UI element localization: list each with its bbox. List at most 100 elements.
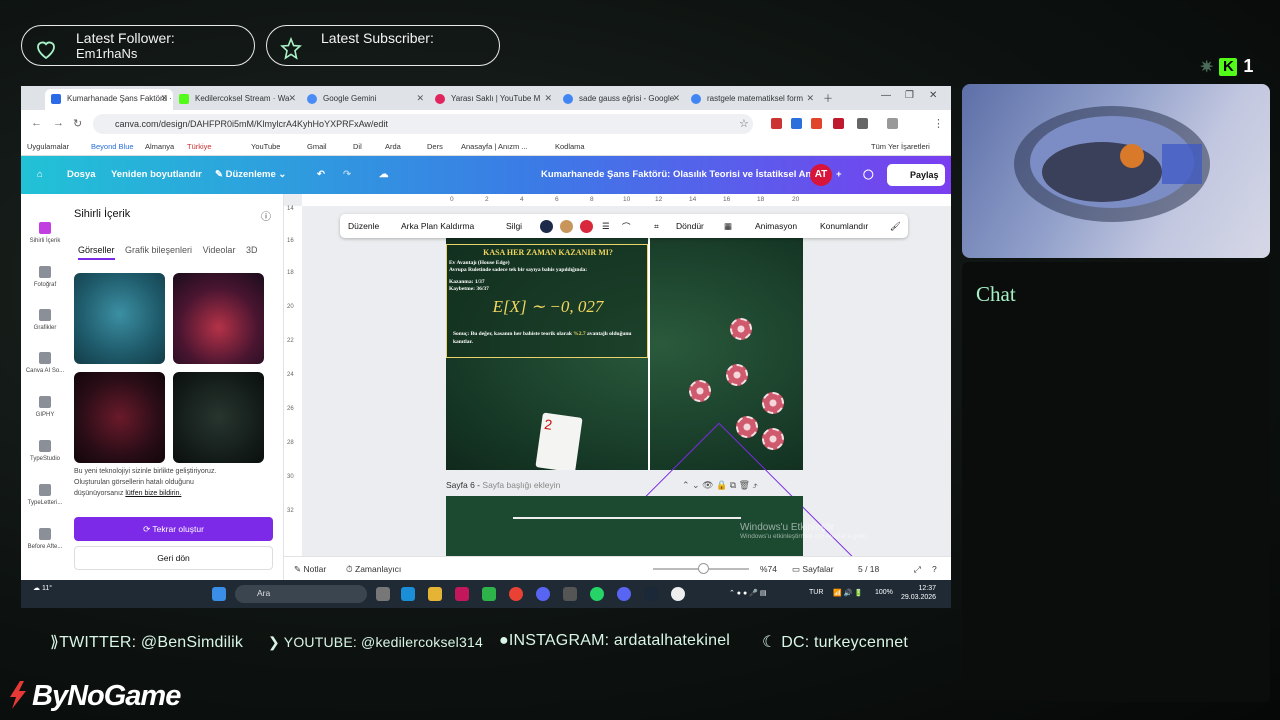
file-explorer-icon[interactable]	[428, 587, 442, 601]
close-icon[interactable]: ✕	[672, 93, 680, 104]
extension-icon[interactable]	[771, 118, 782, 129]
subtab-graphics[interactable]: Grafik bileşenleri	[125, 245, 192, 255]
extensions-puzzle-icon[interactable]	[857, 118, 868, 129]
rail-canva-ai[interactable]: Canva AI So...	[21, 352, 69, 374]
tray-icons[interactable]: ⌃ ● ● 🎤 ▤	[729, 589, 766, 597]
close-icon[interactable]: ✕	[806, 93, 814, 104]
comment-icon[interactable]: ◯	[863, 169, 874, 180]
back-button[interactable]: Geri dön	[74, 546, 273, 570]
regenerate-button[interactable]: ⟳ Tekrar oluştur	[74, 517, 273, 541]
add-collaborator-icon[interactable]: +	[836, 169, 842, 180]
help-icon[interactable]: ?	[932, 564, 937, 574]
generated-image-thumbnail[interactable]	[173, 372, 264, 463]
taskbar-search[interactable]: Ara	[235, 585, 367, 603]
bg-remove-button[interactable]: Arka Plan Kaldırma	[401, 221, 474, 231]
bookmark-item[interactable]: Beyond Blue	[91, 142, 134, 151]
app-icon[interactable]	[563, 587, 577, 601]
casino-chip[interactable]	[762, 428, 784, 450]
generated-image-thumbnail[interactable]	[74, 273, 165, 364]
notes-button[interactable]: ✎ Notlar	[294, 564, 326, 575]
extension-icon[interactable]	[811, 118, 822, 129]
casino-chip[interactable]	[726, 364, 748, 386]
position-button[interactable]: Konumlandır	[820, 221, 868, 231]
back-icon[interactable]: ←	[31, 117, 42, 129]
reload-icon[interactable]: ↻	[73, 117, 82, 130]
eraser-button[interactable]: Silgi	[506, 221, 522, 231]
generated-image-thumbnail[interactable]	[173, 273, 264, 364]
info-icon[interactable]: ⓘ	[261, 208, 271, 223]
color-swatch[interactable]	[540, 220, 553, 233]
feedback-link[interactable]: lütfen bize bildirin.	[125, 490, 181, 497]
app-icon[interactable]	[482, 587, 496, 601]
url-field[interactable]: canva.com/design/DAHFPR0i5mM/KlmylcrA4Ky…	[93, 114, 753, 134]
close-icon[interactable]: ✕	[416, 93, 424, 104]
bookmark-item[interactable]: Anasayfa | Anızm ...	[461, 142, 528, 151]
bookmark-item[interactable]: Almanya	[145, 142, 174, 151]
zoom-slider-handle[interactable]	[698, 563, 709, 574]
whatsapp-icon[interactable]	[590, 587, 604, 601]
obs-icon[interactable]	[671, 587, 685, 601]
cloud-sync-icon[interactable]: ☁	[379, 169, 389, 180]
browser-tab[interactable]: rastgele matematiksel form ✕	[685, 89, 819, 110]
bookmark-star-icon[interactable]: ☆	[739, 117, 749, 130]
close-icon[interactable]: ✕	[544, 93, 552, 104]
subtab-videos[interactable]: Videolar	[203, 245, 236, 255]
corner-icon[interactable]: ⌒	[622, 221, 631, 233]
line-weight-icon[interactable]: ☰	[602, 221, 610, 232]
extension-icon[interactable]	[833, 118, 844, 129]
minimize-icon[interactable]: —	[881, 90, 891, 101]
bookmark-item[interactable]: Türkiye	[187, 142, 212, 151]
rail-typestudio[interactable]: TypeStudio	[21, 440, 69, 462]
home-icon[interactable]: ⌂	[37, 169, 43, 180]
resize-menu[interactable]: Yeniden boyutlandır	[111, 169, 202, 180]
rail-before-after[interactable]: Before Afte...	[21, 528, 69, 550]
share-button[interactable]: Paylaş	[887, 164, 945, 186]
casino-chip[interactable]	[730, 318, 752, 340]
transparency-icon[interactable]: ▦	[724, 221, 732, 232]
rotate-button[interactable]: Döndür	[676, 221, 704, 231]
color-swatch[interactable]	[580, 220, 593, 233]
subtab-3d[interactable]: 3D	[246, 245, 258, 255]
generated-image-thumbnail[interactable]	[74, 372, 165, 463]
subtab-images[interactable]: Görseller	[78, 245, 115, 260]
fullscreen-icon[interactable]: ⤢	[914, 564, 921, 575]
casino-chip[interactable]	[762, 392, 784, 414]
design-title[interactable]: Kumarhanede Şans Faktörü: Olasılık Teori…	[541, 169, 825, 180]
taskbar-clock[interactable]: 12:37 29.03.2026	[901, 584, 936, 602]
casino-chip[interactable]	[736, 416, 758, 438]
bookmark-item[interactable]: Ders	[427, 142, 443, 151]
browser-tab[interactable]: Google Gemini ✕	[301, 89, 429, 110]
network-volume-icons[interactable]: 📶 🔊 🔋	[833, 589, 863, 597]
app-icon[interactable]	[536, 587, 550, 601]
casino-chip[interactable]	[689, 380, 711, 402]
rail-typelettering[interactable]: TypeLetteri...	[21, 484, 69, 506]
playing-card[interactable]: 2	[535, 412, 583, 470]
bookmark-item[interactable]: YouTube	[251, 142, 280, 151]
undo-icon[interactable]: ↶	[317, 169, 325, 180]
rail-giphy[interactable]: GIPHY	[21, 396, 69, 418]
close-window-icon[interactable]: ✕	[929, 90, 937, 101]
extension-icon[interactable]	[791, 118, 802, 129]
profile-icon[interactable]	[887, 118, 898, 129]
kebab-menu-icon[interactable]: ⋮	[933, 117, 944, 130]
close-icon[interactable]: ✕	[160, 93, 168, 104]
crop-icon[interactable]: ⌗	[654, 221, 659, 232]
house-edge-textbox[interactable]: KASA HER ZAMAN KAZANIR MI? Ev Avantajı (…	[446, 244, 648, 358]
rail-graphics[interactable]: Grafikler	[21, 309, 69, 331]
restore-icon[interactable]: ❐	[905, 90, 914, 101]
rail-magic-content[interactable]: Sihirli İçerik	[21, 222, 69, 244]
bookmark-item[interactable]: Arda	[385, 142, 401, 151]
bookmark-item[interactable]: Tüm Yer İşaretleri	[871, 142, 930, 151]
slide-5[interactable]: KASA HER ZAMAN KAZANIR MI? Ev Avantajı (…	[446, 220, 803, 470]
browser-tab[interactable]: Kedilercoksel Stream · Wa ✕	[173, 89, 301, 110]
forward-icon[interactable]: →	[53, 117, 64, 129]
edge-icon[interactable]	[401, 587, 415, 601]
page-actions[interactable]: ⌃ ⌄ 👁 🔒 ⧉ 🗑 ⤴	[682, 480, 758, 491]
bookmark-item[interactable]: Kodlama	[555, 142, 585, 151]
discord-icon[interactable]	[617, 587, 631, 601]
page-caption[interactable]: Sayfa 6 - Sayfa başlığı ekleyin	[446, 480, 560, 490]
app-icon[interactable]	[455, 587, 469, 601]
file-menu[interactable]: Dosya	[67, 169, 96, 180]
user-avatar[interactable]: AT	[810, 164, 832, 186]
bookmark-item[interactable]: Dil	[353, 142, 362, 151]
